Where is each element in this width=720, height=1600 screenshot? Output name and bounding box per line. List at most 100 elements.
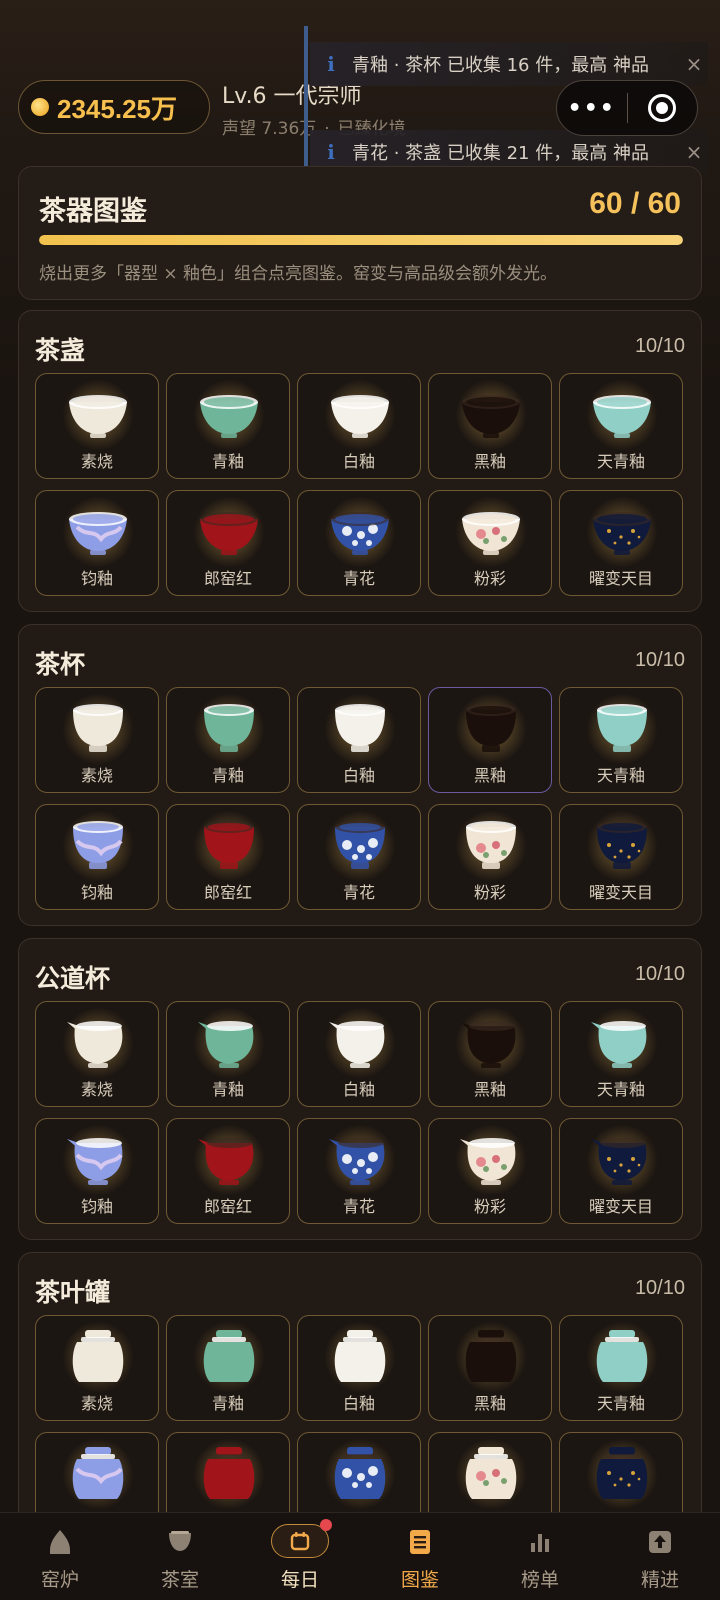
- item-label: 天青釉: [596, 766, 645, 785]
- item-label: 青釉: [211, 1394, 244, 1413]
- collection-item-suyao[interactable]: 素烧: [35, 1315, 159, 1421]
- collection-item-suyao[interactable]: 素烧: [35, 687, 159, 793]
- item-label: 青花: [342, 883, 375, 902]
- collection-item-langhong[interactable]: 郎窑红: [166, 804, 290, 910]
- info-icon: i: [327, 52, 335, 76]
- item-grid: 素烧青釉白釉黑釉 天青釉钧釉郎窑红青花 粉彩 曜变天目: [35, 687, 687, 910]
- item-label: 郎窑红: [203, 569, 252, 588]
- item-label: 白釉: [342, 1394, 375, 1413]
- collection-item-bai[interactable]: 白釉: [297, 373, 421, 479]
- tab-label: 精进: [640, 1569, 679, 1591]
- item-label: 曜变天目: [588, 569, 653, 588]
- collection-item-bai[interactable]: 白釉: [297, 687, 421, 793]
- tab-label: 每日: [280, 1569, 319, 1591]
- section-title: 茶杯: [35, 650, 86, 679]
- item-label: 黑釉: [473, 766, 506, 785]
- collection-item-jun[interactable]: 钧釉: [35, 804, 159, 910]
- kiln-icon: [47, 1527, 73, 1557]
- tab-daily[interactable]: 每日: [240, 1513, 360, 1600]
- collection-item-hei[interactable]: 黑釉: [428, 1315, 552, 1421]
- collection-item-langhong[interactable]: 郎窑红: [166, 490, 290, 596]
- collection-item-jun[interactable]: 钧釉: [35, 490, 159, 596]
- collection-item-fencai[interactable]: 粉彩: [428, 1118, 552, 1224]
- collection-section: 茶杯 10/10 素烧 青釉 白釉 黑釉 天青釉 钧釉 郎窑红 青花 粉彩 曜变天目: [18, 624, 702, 926]
- tab-label: 榜单: [520, 1569, 559, 1591]
- upgrade-icon: [648, 1527, 672, 1557]
- fame-value: 声望 7.36万: [222, 119, 317, 139]
- teacup-icon: [167, 1527, 193, 1557]
- collection-section: 茶叶罐10/10素烧青釉白釉黑釉天青釉钧釉郎窑红青花粉彩曜变天目: [18, 1252, 702, 1554]
- collection-item-yaobian[interactable]: 曜变天目: [559, 1118, 683, 1224]
- section-count: 10/10: [634, 1277, 685, 1299]
- tab-collection[interactable]: 图鉴: [360, 1513, 480, 1600]
- collection-item-hei[interactable]: 黑釉: [428, 687, 552, 793]
- collection-item-suyao[interactable]: 素烧: [35, 373, 159, 479]
- coin-balance[interactable]: 2345.25万: [18, 80, 210, 134]
- collection-item-qing[interactable]: 青釉: [166, 373, 290, 479]
- collection-item-tianqing[interactable]: 天青釉: [559, 373, 683, 479]
- collection-progress-bar: [39, 235, 683, 245]
- item-grid: 素烧 青釉白釉 黑釉 天青釉钧釉郎窑红 青花粉彩 曜变天目: [35, 1001, 687, 1224]
- tab-leaderboard[interactable]: 榜单: [480, 1513, 600, 1600]
- item-label: 白釉: [342, 452, 375, 471]
- coin-icon: [31, 98, 49, 116]
- collection-item-qing[interactable]: 青釉: [166, 687, 290, 793]
- item-label: 青釉: [211, 452, 244, 471]
- collection-description: 烧出更多「器型 × 釉色」组合点亮图鉴。窑变与高品级会额外发光。: [39, 264, 558, 284]
- bar-chart-icon: [529, 1527, 551, 1557]
- progress-fill: [39, 235, 683, 245]
- collection-item-hei[interactable]: 黑釉: [428, 373, 552, 479]
- item-label: 素烧: [80, 1080, 113, 1099]
- item-label: 青花: [342, 569, 375, 588]
- collection-count: 60 / 60: [589, 187, 681, 220]
- collection-item-hei[interactable]: 黑釉: [428, 1001, 552, 1107]
- collection-item-qinghua[interactable]: 青花: [297, 804, 421, 910]
- collection-item-fencai[interactable]: 粉彩: [428, 490, 552, 596]
- item-label: 粉彩: [473, 1197, 506, 1216]
- collection-item-jun[interactable]: 钧釉: [35, 1118, 159, 1224]
- tab-kiln[interactable]: 窑炉: [0, 1513, 120, 1600]
- toast-accent-line: [304, 26, 308, 186]
- collection-item-langhong[interactable]: 郎窑红: [166, 1118, 290, 1224]
- collection-item-bai[interactable]: 白釉: [297, 1315, 421, 1421]
- daily-icon-wrap: [271, 1519, 332, 1558]
- more-options-button[interactable]: •••: [557, 96, 627, 121]
- close-icon[interactable]: ×: [680, 140, 708, 164]
- section-count: 10/10: [634, 963, 685, 985]
- item-label: 天青釉: [596, 1080, 645, 1099]
- item-label: 郎窑红: [203, 1197, 252, 1216]
- info-icon: i: [327, 140, 335, 164]
- item-label: 素烧: [80, 452, 113, 471]
- collection-item-tianqing[interactable]: 天青釉: [559, 1315, 683, 1421]
- section-title: 公道杯: [35, 964, 111, 993]
- collection-summary: 茶器图鉴 60 / 60 烧出更多「器型 × 釉色」组合点亮图鉴。窑变与高品级会…: [18, 166, 702, 300]
- collection-item-bai[interactable]: 白釉: [297, 1001, 421, 1107]
- collection-item-tianqing[interactable]: 天青釉: [559, 1001, 683, 1107]
- close-icon[interactable]: ×: [680, 52, 708, 76]
- collection-item-qinghua[interactable]: 青花: [297, 1118, 421, 1224]
- item-label: 粉彩: [473, 883, 506, 902]
- close-miniprogram-button[interactable]: [628, 94, 698, 122]
- collection-item-qing[interactable]: 青釉: [166, 1001, 290, 1107]
- tab-tearoom[interactable]: 茶室: [120, 1513, 240, 1600]
- item-label: 白釉: [342, 1080, 375, 1099]
- collection-item-suyao[interactable]: 素烧: [35, 1001, 159, 1107]
- collection-item-qinghua[interactable]: 青花: [297, 490, 421, 596]
- miniprogram-capsule: •••: [556, 80, 698, 136]
- item-grid: 素烧青釉白釉黑釉天青釉钧釉郎窑红青花粉彩曜变天目: [35, 1315, 687, 1538]
- collection-item-tianqing[interactable]: 天青釉: [559, 687, 683, 793]
- calendar-icon: [271, 1519, 332, 1558]
- toast-text: 青花 · 茶盏 已收集 21 件，最高 神品: [352, 143, 649, 164]
- collection-item-yaobian[interactable]: 曜变天目: [559, 804, 683, 910]
- collection-item-qing[interactable]: 青釉: [166, 1315, 290, 1421]
- bottom-tab-bar: 窑炉 茶室 每日 图鉴 榜单 精进: [0, 1512, 720, 1600]
- item-label: 曜变天目: [588, 883, 653, 902]
- item-label: 素烧: [80, 1394, 113, 1413]
- item-label: 黑釉: [473, 1080, 506, 1099]
- app-root: 2345.25万 Lv.6 一代宗师 声望 7.36万 · 已臻化境 i 青釉 · …: [0, 0, 720, 1600]
- collection-item-yaobian[interactable]: 曜变天目: [559, 490, 683, 596]
- collection-item-fencai[interactable]: 粉彩: [428, 804, 552, 910]
- tab-upgrade[interactable]: 精进: [600, 1513, 720, 1600]
- top-bar: 2345.25万 Lv.6 一代宗师 声望 7.36万 · 已臻化境 i 青釉 · …: [0, 0, 720, 186]
- tab-label: 窑炉: [40, 1569, 79, 1591]
